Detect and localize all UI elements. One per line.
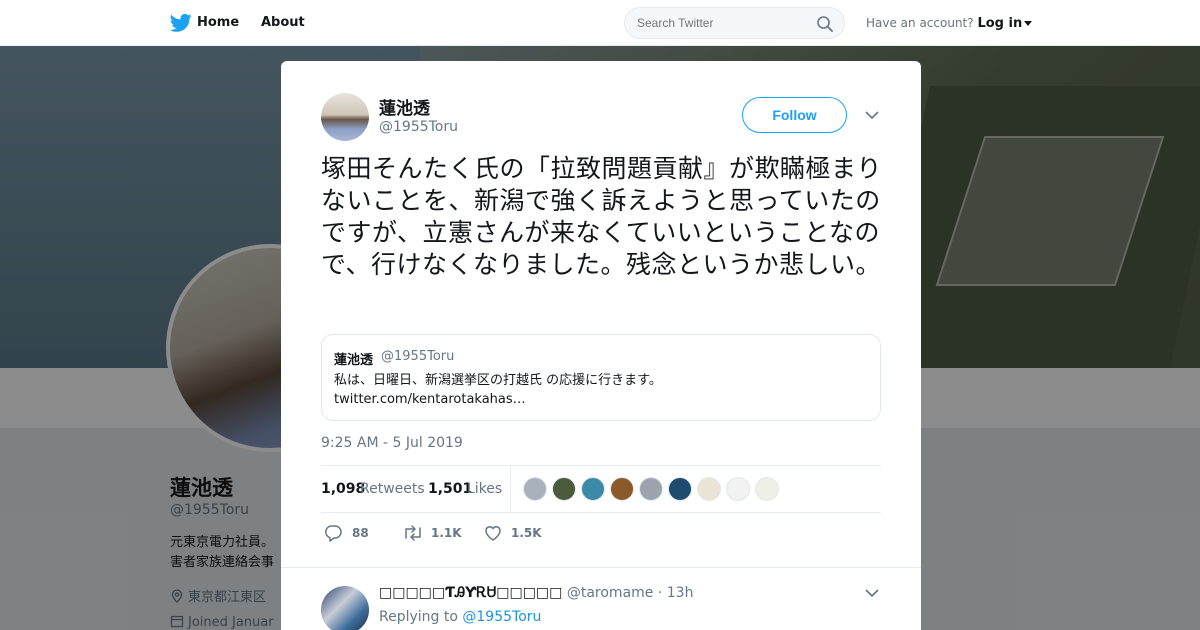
reply-author-handle[interactable]: @taromame [567,585,654,601]
chevron-down-icon[interactable] [865,109,879,121]
reply-count[interactable]: 88 [352,526,369,540]
follow-button[interactable]: Follow [742,97,847,133]
retweet-icon[interactable] [402,523,424,543]
liker-avatar[interactable] [697,477,721,501]
replying-label: Replying to [379,609,458,625]
reply-header[interactable]: □□□□□ƬᎯƳᎡᏌ□□□□□ @taromame · 13h [379,585,693,601]
retweet-count[interactable]: 1.1K [431,526,462,540]
liker-avatar[interactable] [726,477,750,501]
replying-to: Replying to @1955Toru [379,609,541,625]
search-icon[interactable] [816,15,834,33]
account-prompt: Have an account? [866,16,974,30]
tweet-timestamp[interactable]: 9:25 AM - 5 Jul 2019 [321,435,463,451]
quoted-text-line: 私は、日曜日、新潟選挙区の打越氏 の応援に行きます。 [334,373,662,388]
author-handle[interactable]: @1955Toru [379,119,458,135]
tweet-text: 塚田そんたく氏の「拉致問題貢献』が欺瞞極まりないことを、新潟で強く訴えようと思っ… [321,154,883,279]
retweets-label[interactable]: Retweets [360,481,425,497]
quoted-author-name: 蓮池透 [334,353,374,368]
likes-count[interactable]: 1,501 [428,481,472,497]
liker-avatar[interactable] [581,477,605,501]
author-name[interactable]: 蓮池透 [379,94,430,119]
liker-avatar[interactable] [668,477,692,501]
login-link[interactable]: Log in [977,16,1022,31]
search-input[interactable] [637,16,807,30]
tweet-modal: 蓮池透 @1955Toru Follow 塚田そんたく氏の「拉致問題貢献』が欺瞞… [281,61,921,630]
replying-mention[interactable]: @1955Toru [462,609,541,625]
tweet-actions: 88 1.1K 1.5K [321,523,881,547]
reply-author-name[interactable]: □□□□□ƬᎯƳᎡᏌ□□□□□ [379,585,562,601]
account-menu[interactable]: Have an account? Log in [866,16,1033,31]
liker-avatar[interactable] [610,477,634,501]
stats-divider [510,466,511,513]
reply-author-avatar[interactable] [321,586,369,630]
top-nav: Home About Have an account? Log in [0,0,1200,46]
reply-age[interactable]: 13h [667,585,694,601]
reply-divider [281,567,921,568]
reply-separator: · [657,585,663,601]
author-avatar[interactable] [321,93,369,141]
chevron-down-icon[interactable] [865,587,879,599]
tweet-stats: 1,098 Retweets 1,501 Likes [321,465,881,513]
quoted-tweet[interactable]: 蓮池透 @1955Toru 私は、日曜日、新潟選挙区の打越氏 の応援に行きます。… [321,334,881,421]
liker-avatar[interactable] [639,477,663,501]
nav-about-link[interactable]: About [261,15,305,30]
nav-home-link[interactable]: Home [197,15,239,30]
heart-icon[interactable] [483,523,503,543]
liker-avatar[interactable] [552,477,576,501]
likes-label[interactable]: Likes [467,481,502,497]
quoted-link[interactable]: twitter.com/kentarotakahas… [334,390,662,409]
close-icon[interactable] [1155,12,1179,36]
liker-avatar[interactable] [523,477,547,501]
search-box[interactable] [624,7,845,39]
like-count[interactable]: 1.5K [511,526,542,540]
quoted-text: 私は、日曜日、新潟選挙区の打越氏 の応援に行きます。 twitter.com/k… [334,371,662,409]
quoted-author-handle: @1955Toru [381,349,455,364]
twitter-bird-icon[interactable] [170,13,192,33]
reply-icon[interactable] [323,523,343,543]
chevron-down-icon [1024,21,1033,26]
retweets-count[interactable]: 1,098 [321,481,365,497]
liker-avatar[interactable] [755,477,779,501]
